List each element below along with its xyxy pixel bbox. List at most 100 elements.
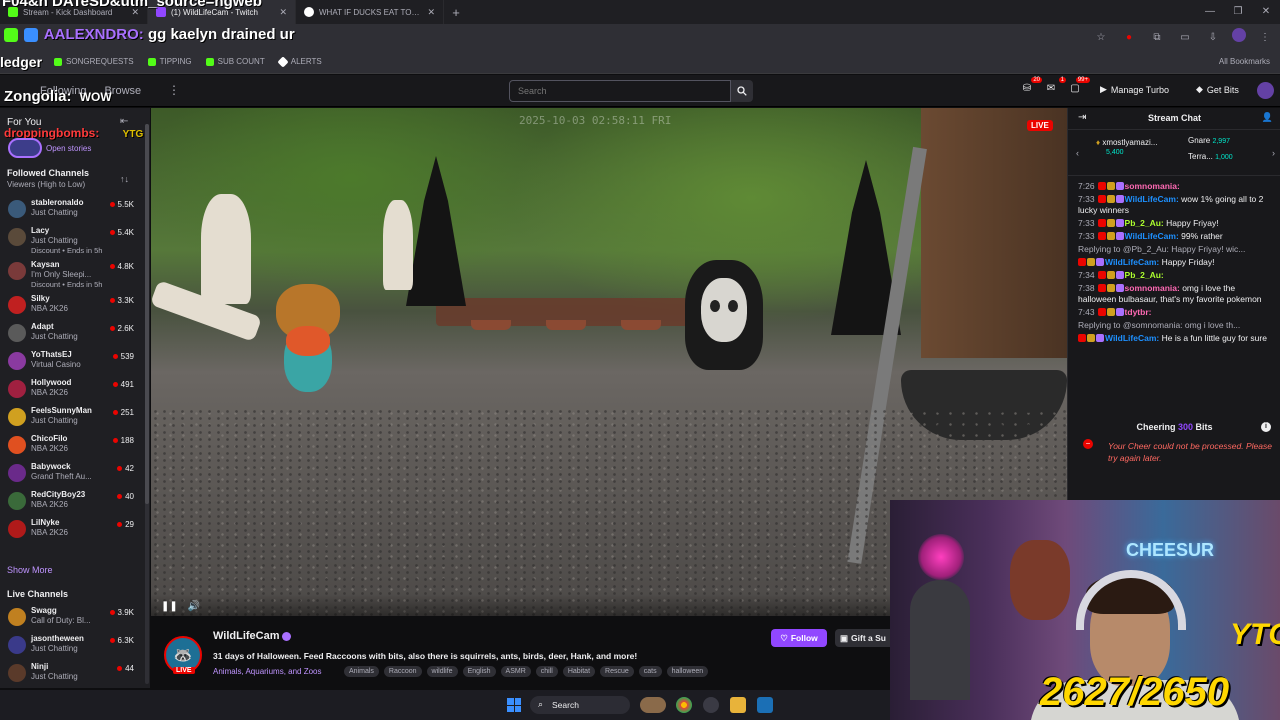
leaderboard-next-icon[interactable]: › — [1272, 148, 1275, 158]
leaderboard-entry[interactable]: ♦ xmostlyamazi... 5,400 — [1096, 138, 1157, 156]
inbox-icon[interactable]: ✉ 1 — [1044, 77, 1066, 97]
leaderboard-entry[interactable]: Terra... 1,000 — [1188, 152, 1233, 161]
twitch-top-nav: Following Browse Zongolia: WOW ⋮ ⛁20 ✉1 … — [0, 75, 1280, 107]
browser-tab-youtube[interactable]: WHAT IF DUCKS EAT TOO MUC ✕ — [296, 0, 444, 24]
taskbar-search[interactable]: ⌕ Search — [530, 696, 630, 714]
followed-channel-item[interactable]: LilNyke NBA 2K26 29 — [0, 516, 150, 544]
notifications-icon[interactable]: ▢ 99+ — [1068, 77, 1090, 97]
gift-sub-button[interactable]: ▣ Gift a Su — [835, 629, 891, 647]
more-menu-icon[interactable]: ⋮ — [168, 83, 180, 97]
pause-icon[interactable]: ❚❚ — [161, 601, 178, 612]
show-more-link[interactable]: Show More — [7, 565, 53, 575]
chat-username[interactable]: tdytbr: — [1125, 307, 1152, 317]
stream-category-link[interactable]: Animals, Aquariums, and Zoos — [213, 667, 322, 676]
followed-channel-item[interactable]: Silky NBA 2K26 3.3K — [0, 292, 150, 320]
leaderboard-prev-icon[interactable]: ‹ — [1076, 148, 1079, 158]
follow-button[interactable]: ♡ Follow — [771, 629, 827, 647]
sort-icon[interactable]: ↑↓ — [120, 174, 129, 184]
scrollbar-thumb[interactable] — [145, 124, 149, 504]
error-icon: − — [1083, 439, 1093, 449]
sidebar-icon[interactable]: ▭ — [1176, 28, 1194, 46]
cheer-amount: 300 — [1177, 422, 1194, 432]
close-tab-icon[interactable]: ✕ — [427, 7, 435, 18]
obs-icon[interactable] — [703, 697, 719, 713]
stream-tag[interactable]: English — [462, 666, 496, 677]
file-explorer-icon[interactable] — [730, 697, 746, 713]
followed-channel-item[interactable]: Hollywood NBA 2K26 491 — [0, 376, 150, 404]
viewer-count: 491 — [112, 380, 134, 389]
manage-turbo-button[interactable]: ▶ Manage Turbo — [1100, 84, 1169, 95]
channel-avatar — [8, 324, 26, 342]
address-bar[interactable]: AALEXNDRO: gg kaelyn drained ur ☆ ● ⧉ ▭ … — [0, 24, 1280, 50]
chat-badge-icon — [1106, 219, 1115, 227]
all-bookmarks-button[interactable]: All Bookmarks — [1219, 57, 1270, 66]
chat-username[interactable]: WildLifeCam: — [1125, 231, 1179, 241]
chat-username[interactable]: somnomania: — [1125, 181, 1180, 191]
stream-tag[interactable]: halloween — [666, 666, 709, 677]
chat-timestamp: 7:33 — [1078, 231, 1095, 241]
new-tab-button[interactable]: + — [444, 5, 468, 20]
bookmark-sub-count[interactable]: SUB COUNT — [205, 57, 265, 66]
live-channel-item[interactable]: Swagg Call of Duty: Bl... 3.9K — [0, 604, 150, 632]
followed-channel-item[interactable]: stableronaldo Just Chatting 5.5K — [0, 196, 150, 224]
stream-tag[interactable]: cats — [638, 666, 662, 677]
minimize-button[interactable]: — — [1196, 0, 1224, 24]
stream-tag[interactable]: chill — [535, 666, 558, 677]
live-channel-item[interactable]: Ninji Just Chatting 44 — [0, 660, 150, 688]
stream-tag[interactable]: wildlife — [426, 666, 458, 677]
chat-username[interactable]: WildLifeCam: — [1105, 333, 1159, 343]
extension-icon[interactable]: ● — [1120, 28, 1138, 46]
stream-tag[interactable]: Habitat — [562, 666, 596, 677]
bookmark-songrequests[interactable]: SONGREQUESTS — [54, 57, 134, 66]
search-button[interactable] — [731, 80, 753, 102]
close-window-button[interactable]: ✕ — [1252, 0, 1280, 24]
followed-channel-item[interactable]: YoThatsEJ Virtual Casino 539 — [0, 348, 150, 376]
followed-channel-item[interactable]: FeelsSunnyMan Just Chatting 251 — [0, 404, 150, 432]
chrome-icon[interactable] — [676, 697, 692, 713]
chat-username[interactable]: somnomania: — [1125, 283, 1180, 293]
windows-start-icon[interactable] — [507, 698, 521, 712]
app-icon[interactable] — [757, 697, 773, 713]
prime-loot-icon[interactable]: ⛁ 20 — [1020, 77, 1042, 97]
stream-tag[interactable]: Rescue — [600, 666, 634, 677]
download-icon[interactable]: ⇩ — [1204, 28, 1222, 46]
followed-channel-item[interactable]: RedCityBoy23 NBA 2K26 40 — [0, 488, 150, 516]
taskbar-widget-icon[interactable] — [640, 697, 666, 713]
profile-icon[interactable] — [1232, 28, 1246, 42]
live-dot-icon — [117, 466, 123, 471]
followed-channel-item[interactable]: Lacy Just Chatting Discount • Ends in 5h 5.… — [0, 224, 150, 258]
stream-tag[interactable]: Raccoon — [383, 666, 422, 677]
followed-sort-label: Viewers (High to Low) — [7, 180, 86, 189]
bookmark-star-icon[interactable]: ☆ — [1092, 28, 1110, 46]
followed-channel-item[interactable]: Babywock Grand Theft Au... 42 — [0, 460, 150, 488]
live-channel-item[interactable]: jasontheween Just Chatting 6.3K — [0, 632, 150, 660]
extensions-puzzle-icon[interactable]: ⧉ — [1148, 28, 1166, 46]
leaderboard-entry[interactable]: Gnare 2,997 — [1188, 136, 1230, 145]
followed-channel-item[interactable]: Kaysan I'm Only Sleepi... Discount • Ends … — [0, 258, 150, 292]
close-tab-icon[interactable]: ✕ — [279, 7, 287, 18]
chat-username[interactable]: WildLifeCam: — [1105, 257, 1159, 267]
channel-name[interactable]: WildLifeCam — [213, 630, 280, 642]
stream-tag[interactable]: Animals — [344, 666, 379, 677]
user-avatar[interactable] — [1257, 82, 1274, 99]
search-input[interactable] — [509, 80, 731, 102]
maximize-button[interactable]: ❐ — [1224, 0, 1252, 24]
followed-channel-item[interactable]: Adapt Just Chatting 2.6K — [0, 320, 150, 348]
stream-tag[interactable]: ASMR — [500, 666, 531, 677]
chat-username[interactable]: WildLifeCam: — [1125, 194, 1179, 204]
chat-username[interactable]: Pb_2_Au: — [1125, 218, 1164, 228]
get-bits-button[interactable]: ◆ Get Bits — [1196, 84, 1239, 95]
browser-menu-icon[interactable]: ⋮ — [1256, 28, 1274, 46]
volume-icon[interactable]: 🔊 — [188, 601, 200, 612]
bookmark-tipping[interactable]: TIPPING — [147, 57, 192, 66]
open-stories-button[interactable]: Open stories — [8, 138, 91, 158]
followed-channel-item[interactable]: ChicoFilo NBA 2K26 188 — [0, 432, 150, 460]
pink-lamp — [918, 534, 964, 580]
viewer-count-value: 40 — [125, 492, 134, 501]
chat-username[interactable]: Pb_2_Au: — [1125, 270, 1164, 280]
info-icon[interactable]: i — [1261, 422, 1271, 432]
overlay-chat-name: Zongolia: WOW — [4, 88, 112, 105]
sidebar-scrollbar[interactable] — [145, 124, 149, 684]
bookmark-alerts[interactable]: ALERTS — [277, 55, 322, 68]
chat-users-icon[interactable]: 👤 — [1262, 112, 1273, 123]
